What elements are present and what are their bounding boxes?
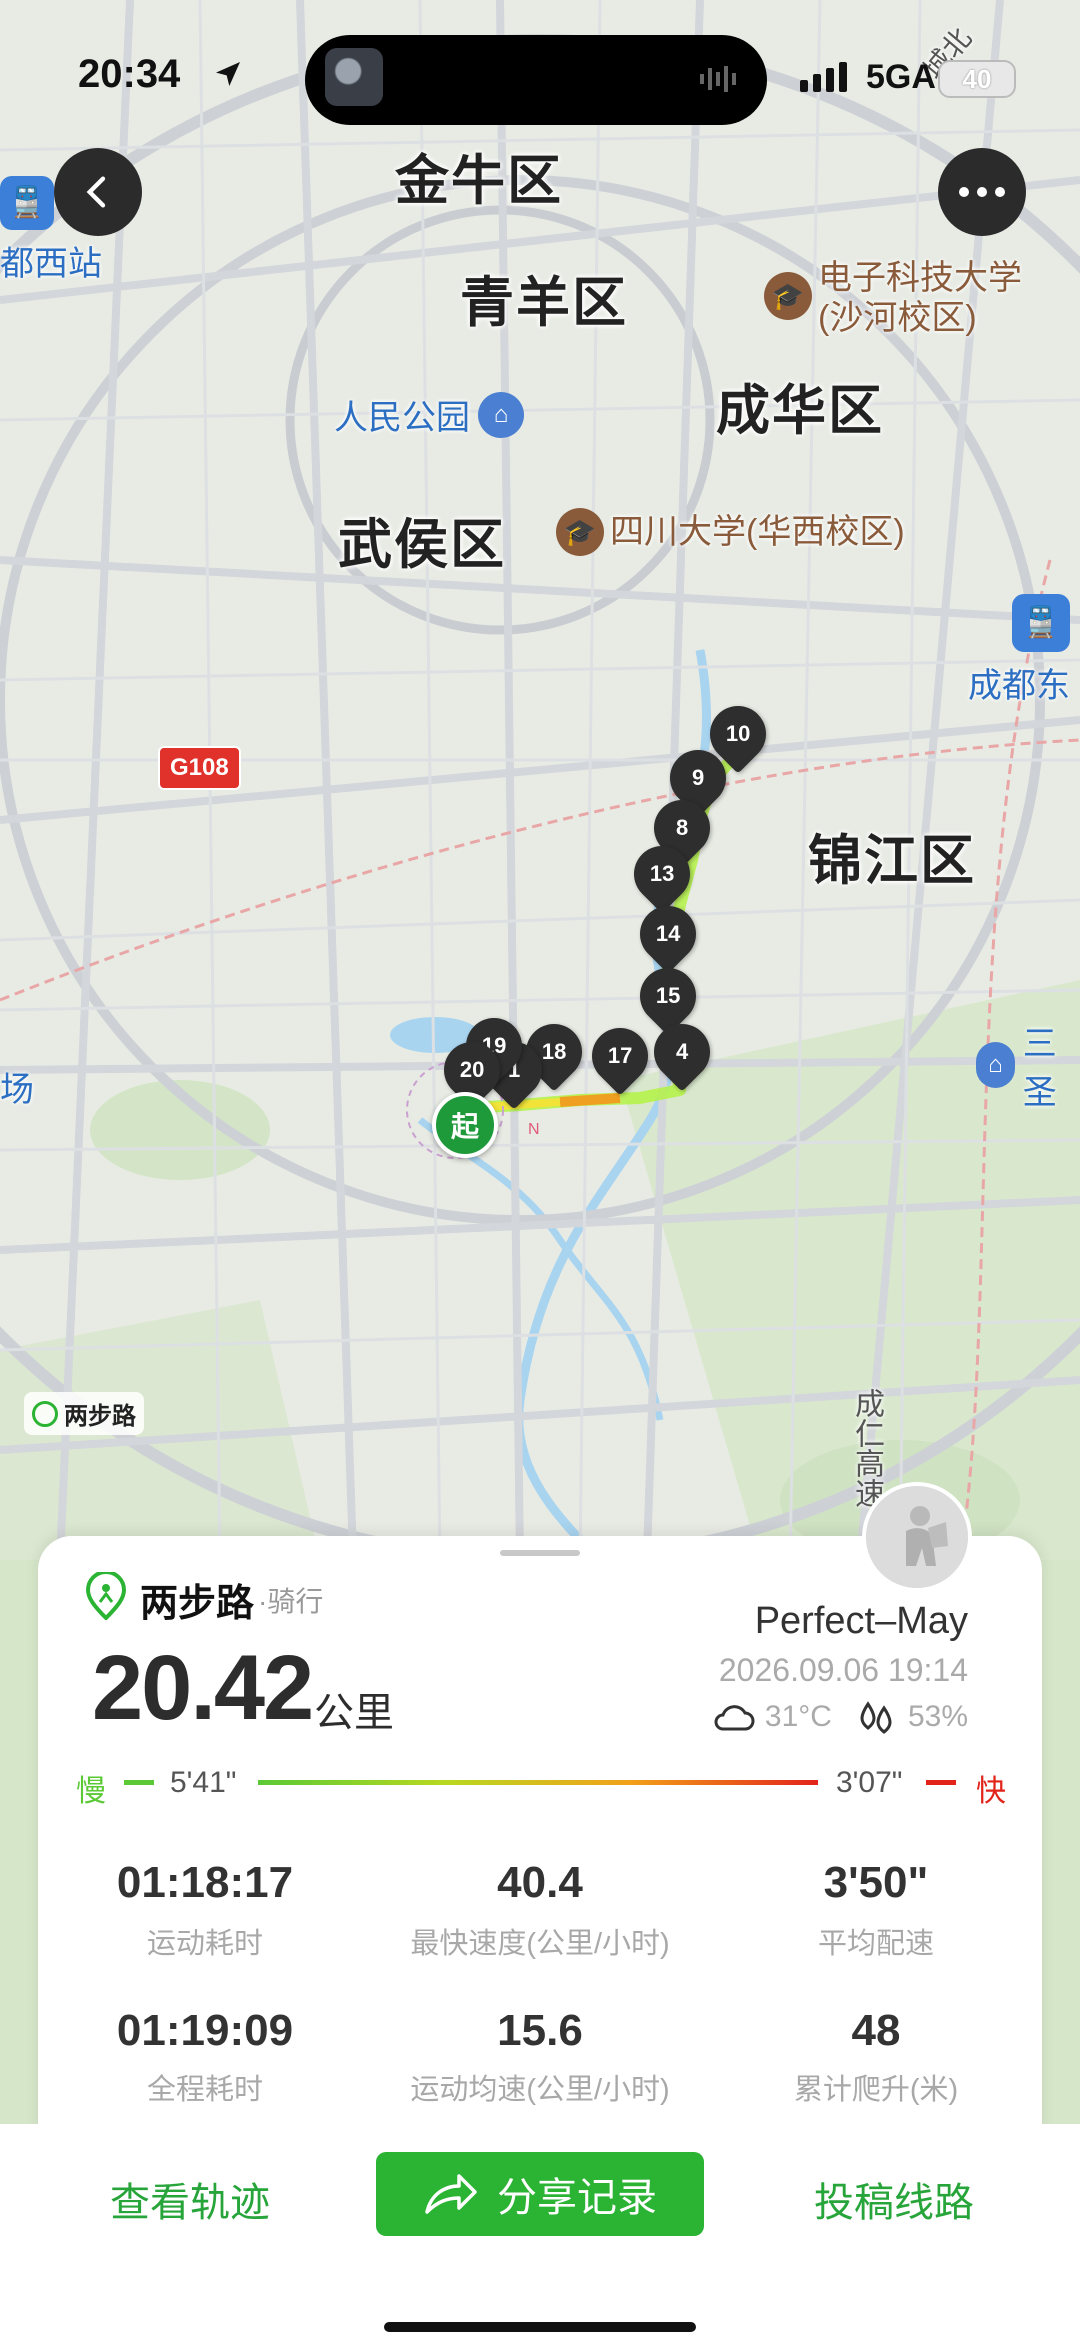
- stat-label: 累计爬升(米): [793, 2074, 959, 2106]
- location-arrow-icon: [212, 58, 244, 95]
- district-label: 武侯区: [338, 515, 506, 575]
- username[interactable]: Perfect–May: [755, 1600, 968, 1643]
- svg-text:N: N: [528, 1121, 540, 1138]
- pace-gradient-bar: [258, 1780, 818, 1785]
- landmark-marker[interactable]: ⌂ 三圣: [976, 1016, 1080, 1114]
- brand-logo-icon: [84, 1570, 128, 1625]
- poi-label: 成都东: [968, 667, 1070, 705]
- stat-label: 运动耗时: [146, 1928, 263, 1960]
- share-arrow-icon: [425, 2174, 477, 2214]
- start-marker[interactable]: 起: [432, 1092, 498, 1158]
- train-icon: 🚆: [0, 176, 54, 230]
- more-dots-icon: [959, 187, 1005, 197]
- poi-label: 人民公园: [334, 399, 470, 437]
- pace-fast-label: 快: [976, 1775, 1006, 1808]
- home-indicator: [384, 2322, 696, 2332]
- stat-value: 01:19:09: [116, 2006, 294, 2055]
- landmark-icon: ⌂: [976, 1042, 1015, 1088]
- brand-logo-icon: [32, 1400, 58, 1427]
- cloud-icon: [714, 1705, 755, 1731]
- more-button[interactable]: [938, 148, 1026, 236]
- submit-route-button[interactable]: 投稿线路: [814, 2170, 974, 2228]
- landmark-icon: ⌂: [478, 391, 524, 438]
- drag-handle[interactable]: [500, 1550, 580, 1556]
- poi-label: 场: [0, 1071, 34, 1109]
- district-label: 金牛区: [395, 151, 563, 211]
- road-label: 成仁高速: [850, 1388, 883, 1508]
- stat-value: 15.6: [497, 2006, 583, 2055]
- chevron-left-icon: [86, 176, 106, 208]
- park-marker[interactable]: 人民公园 ⌂: [334, 390, 524, 439]
- network-type: 5GA: [866, 58, 936, 96]
- humidity: 53%: [907, 1700, 968, 1733]
- stat-value: 01:18:17: [116, 1858, 294, 1907]
- poi-label: 三圣: [1022, 1025, 1057, 1112]
- district-label: 成华区: [716, 381, 884, 441]
- avatar[interactable]: [862, 1482, 972, 1592]
- media-thumbnail: [325, 48, 383, 106]
- graduation-cap-icon: 🎓: [764, 272, 812, 320]
- map-watermark: 两步路: [24, 1392, 144, 1435]
- train-icon: 🚆: [1012, 594, 1070, 652]
- district-label: 青羊区: [460, 273, 628, 333]
- pace-fast-value: 3'07": [836, 1766, 903, 1799]
- stat-value: 3'50": [823, 1858, 929, 1907]
- stat-label: 运动均速(公里/小时): [410, 2074, 670, 2106]
- weather-info: 31°C 53%: [711, 1700, 968, 1734]
- signal-icon: [800, 62, 847, 92]
- pace-slow-swatch: [124, 1780, 154, 1785]
- audio-wave-icon: [700, 66, 736, 92]
- station-marker[interactable]: 🚆 成都东: [968, 594, 1070, 707]
- stat-label: 平均配速: [817, 1928, 934, 1960]
- activity-datetime: 2026.09.06 19:14: [718, 1652, 968, 1688]
- humidity-icon: [860, 1701, 892, 1734]
- battery-icon: 40: [938, 60, 1016, 98]
- pace-fast-swatch: [926, 1780, 956, 1785]
- stat-label: 最快速度(公里/小时): [410, 1928, 670, 1960]
- pace-slow-value: 5'41": [170, 1766, 237, 1799]
- brand-name: 两步路: [140, 1583, 255, 1625]
- graduation-cap-icon: 🎓: [556, 508, 604, 556]
- stat-value: 48: [851, 2006, 901, 2055]
- stat-label: 全程耗时: [146, 2074, 263, 2106]
- university-marker[interactable]: 🎓 四川大学(华西校区): [556, 508, 905, 556]
- stat-value: 40.4: [497, 1858, 583, 1907]
- district-label: 锦江区: [808, 831, 976, 891]
- activity-type: ·骑行: [258, 1586, 324, 1617]
- view-track-button[interactable]: 查看轨迹: [110, 2170, 270, 2228]
- distance-unit: 公里: [314, 1691, 394, 1735]
- share-record-button[interactable]: 分享记录: [376, 2152, 704, 2236]
- poi-label: 都西站: [0, 245, 102, 283]
- back-button[interactable]: [54, 148, 142, 236]
- distance-value: 20.42: [92, 1637, 314, 1739]
- poi-label: 电子科技大学 (沙河校区): [818, 259, 1022, 337]
- highway-shield: G108: [158, 746, 241, 790]
- poi-label: 四川大学(华西校区): [610, 513, 905, 551]
- pace-slow-label: 慢: [76, 1775, 106, 1808]
- university-marker[interactable]: 🎓 电子科技大学 (沙河校区): [764, 258, 1022, 338]
- status-time: 20:34: [78, 52, 181, 96]
- temperature: 31°C: [764, 1700, 832, 1733]
